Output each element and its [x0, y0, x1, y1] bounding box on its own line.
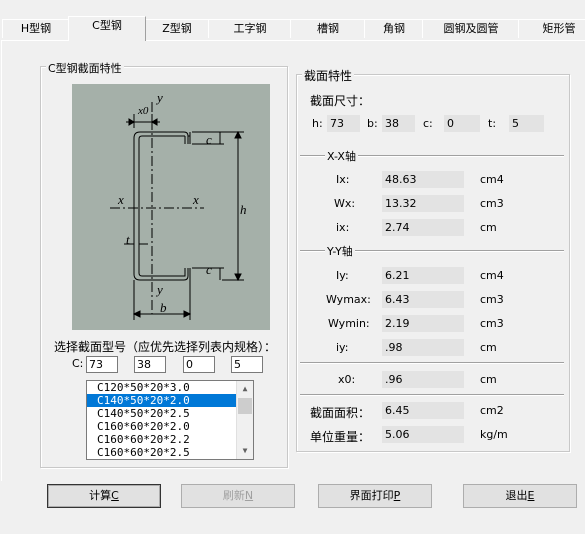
dim-c-input[interactable]: 0 — [183, 356, 215, 373]
scroll-down-icon[interactable]: ▼ — [237, 443, 253, 459]
label-t: t — [126, 232, 130, 247]
tab-channel[interactable]: 槽钢 — [290, 19, 366, 38]
list-item[interactable]: C160*60*20*2.0 — [87, 420, 253, 433]
size-b-value: 38 — [382, 115, 415, 132]
dims-label: C: — [72, 357, 84, 370]
refresh-button[interactable]: 刷新N — [181, 484, 295, 508]
wymin-unit: cm3 — [480, 317, 504, 330]
list-item-selected[interactable]: C140*50*20*2.0 — [87, 394, 253, 407]
size-title: 截面尺寸： — [310, 94, 371, 108]
dim-t-input[interactable]: 5 — [231, 356, 263, 373]
size-t-label: t: — [488, 117, 497, 130]
xx-title: X-X轴 — [325, 148, 358, 164]
wymax-unit: cm3 — [480, 293, 504, 306]
ix-small-unit: cm — [480, 221, 497, 234]
label-h: h — [240, 202, 247, 217]
iy-big-label: Iy: — [336, 269, 349, 282]
tab-rect-tube[interactable]: 矩形管 — [518, 19, 585, 38]
weight-value: 5.06 — [382, 426, 464, 443]
tab-h-steel[interactable]: H型钢 — [2, 19, 70, 38]
ix-big-label: Ix: — [336, 173, 350, 186]
label-y-top: y — [155, 90, 163, 105]
list-item[interactable]: C140*50*20*2.5 — [87, 407, 253, 420]
calculate-button[interactable]: 计算C — [47, 484, 161, 508]
area-divider — [300, 394, 564, 396]
yy-title: Y-Y轴 — [325, 243, 355, 259]
tab-z-steel[interactable]: Z型钢 — [144, 19, 210, 38]
size-h-label: h: — [312, 117, 323, 130]
list-item[interactable]: C120*50*20*3.0 — [87, 381, 253, 394]
wx-value: 13.32 — [382, 195, 464, 212]
properties-group-title: 截面特性 — [302, 67, 355, 84]
dim-b-input[interactable]: 38 — [134, 356, 166, 373]
label-x-left: x — [117, 192, 124, 207]
wymin-value: 2.19 — [382, 315, 464, 332]
wx-unit: cm3 — [480, 197, 504, 210]
label-x0: x0 — [137, 105, 149, 117]
wymax-label: Wymax: — [326, 293, 371, 306]
tab-round[interactable]: 圆钢及圆管 — [422, 19, 520, 38]
wymax-value: 6.43 — [382, 291, 464, 308]
print-button[interactable]: 界面打印P — [318, 484, 432, 508]
area-label: 截面面积： — [310, 406, 371, 420]
x0-value: .96 — [382, 371, 464, 388]
tab-i-beam[interactable]: 工字钢 — [208, 19, 292, 38]
iy-big-unit: cm4 — [480, 269, 504, 282]
list-scrollbar[interactable]: ▲ ▼ — [236, 381, 253, 459]
iy-small-unit: cm — [480, 341, 497, 354]
wx-label: Wx: — [334, 197, 356, 210]
size-c-label: c: — [423, 117, 433, 130]
iy-big-value: 6.21 — [382, 267, 464, 284]
ix-big-unit: cm4 — [480, 173, 504, 186]
tab-c-steel[interactable]: C型钢 — [68, 16, 146, 41]
ix-big-value: 48.63 — [382, 171, 464, 188]
area-unit: cm2 — [480, 404, 504, 417]
ix-small-value: 2.74 — [382, 219, 464, 236]
label-c-top: c — [206, 132, 212, 147]
label-x-right: x — [192, 192, 199, 207]
select-prompt: 选择截面型号（应优先选择列表内规格）： — [54, 340, 277, 354]
label-b: b — [160, 300, 167, 315]
x0-unit: cm — [480, 373, 497, 386]
label-y-bottom: y — [155, 282, 163, 297]
weight-unit: kg/m — [480, 428, 508, 441]
area-value: 6.45 — [382, 402, 464, 419]
size-b-label: b: — [367, 117, 378, 130]
section-group-title: C型钢截面特性 — [46, 60, 124, 76]
tab-bar: H型钢 C型钢 Z型钢 工字钢 槽钢 角钢 圆钢及圆管 矩形管 — [0, 0, 585, 44]
c-section-drawing: y x0 c x x h t c y b — [110, 90, 247, 320]
label-c-bottom: c — [206, 262, 212, 277]
scroll-up-icon[interactable]: ▲ — [237, 381, 253, 397]
c-section-diagram: y x0 c x x h t c y b — [72, 84, 270, 330]
x0-divider — [300, 362, 564, 364]
ix-small-label: ix: — [336, 221, 350, 234]
scroll-thumb[interactable] — [238, 398, 252, 414]
iy-small-label: iy: — [336, 341, 349, 354]
list-item[interactable]: C160*60*20*2.2 — [87, 433, 253, 446]
size-c-value: 0 — [444, 115, 480, 132]
iy-small-value: .98 — [382, 339, 464, 356]
x0-label: x0: — [338, 373, 356, 386]
size-t-value: 5 — [509, 115, 544, 132]
section-size-list[interactable]: C120*50*20*3.0 C140*50*20*2.0 C140*50*20… — [86, 380, 254, 460]
exit-button[interactable]: 退出E — [463, 484, 577, 508]
weight-label: 单位重量： — [310, 430, 371, 444]
wymin-label: Wymin: — [328, 317, 370, 330]
list-item[interactable]: C160*60*20*2.5 — [87, 446, 253, 459]
dim-h-input[interactable]: 73 — [86, 356, 118, 373]
size-h-value: 73 — [327, 115, 360, 132]
tab-angle[interactable]: 角钢 — [364, 19, 424, 38]
